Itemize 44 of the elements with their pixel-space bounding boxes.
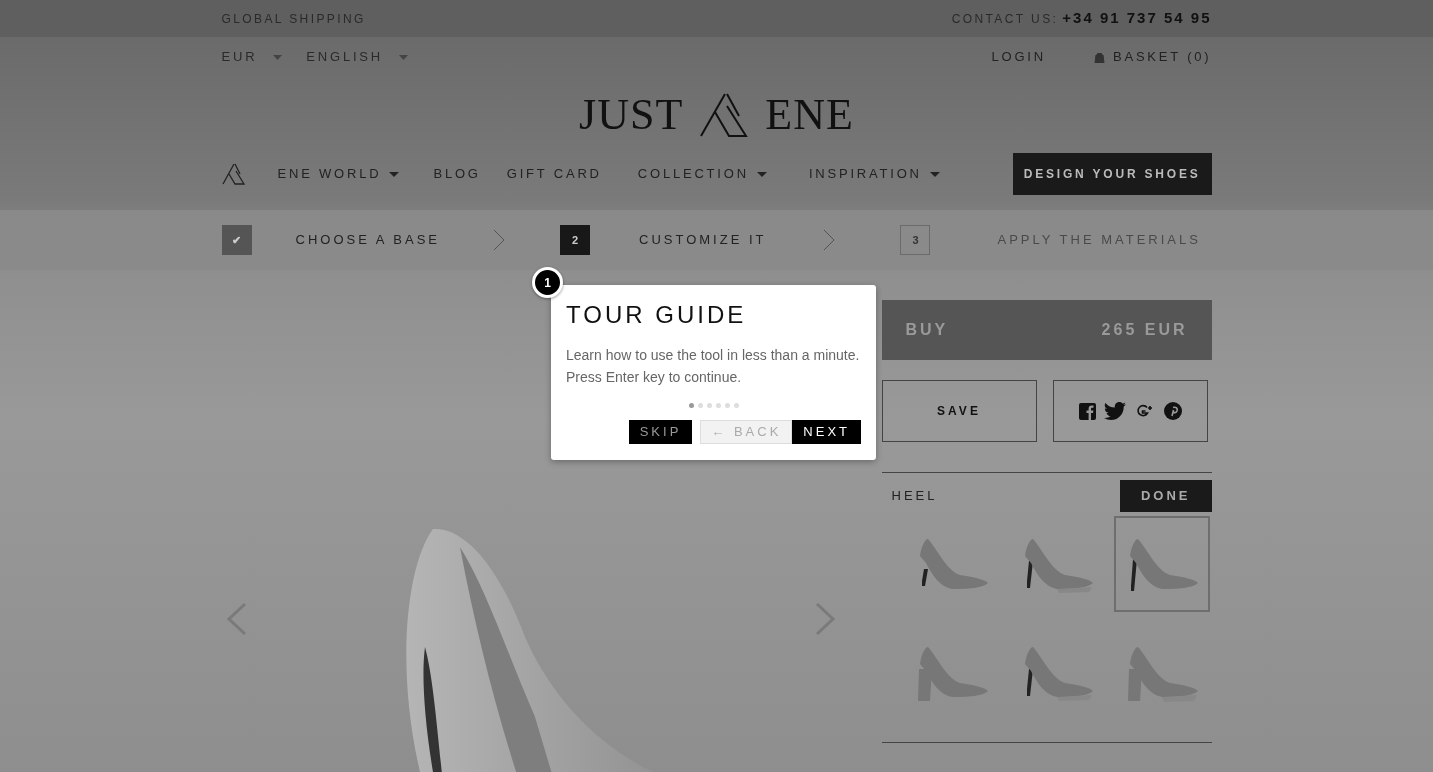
step-marker: ✔	[221, 225, 252, 255]
logo-text: ENE	[765, 93, 854, 137]
chevron-icon	[493, 229, 505, 251]
login-link[interactable]: LOGIN	[991, 47, 1046, 67]
nav-link[interactable]: COLLECTION	[637, 164, 767, 184]
shoe-thumbnail[interactable]	[1113, 515, 1210, 612]
basket-link[interactable]: BASKET (0)	[1093, 47, 1212, 67]
popup-title: TOUR GUIDE	[566, 301, 748, 330]
caret-icon	[399, 54, 409, 60]
nav-link[interactable]: ENE WORLD	[277, 164, 400, 184]
step-marker: 2	[560, 225, 590, 255]
skip-button[interactable]: SKIP	[628, 419, 693, 444]
twitter-icon[interactable]	[1103, 402, 1126, 420]
step-marker: 3	[900, 225, 931, 255]
nav-link[interactable]: GIFT CARD	[506, 164, 602, 184]
step-label: APPLY THE MATERIALS	[997, 231, 1201, 250]
popup-text: Press Enter key to continue.	[566, 367, 743, 387]
buy-label: BUY	[905, 320, 949, 340]
pinterest-icon[interactable]	[1163, 402, 1182, 420]
chevron-right-icon	[813, 602, 838, 636]
section-title: HEEL	[891, 487, 938, 505]
step-label: CUSTOMIZE IT	[639, 231, 767, 250]
dropdown-selector[interactable]: EUR	[221, 47, 283, 67]
caret-icon	[273, 54, 283, 60]
next-arrow[interactable]	[813, 602, 838, 636]
dropdown-selector[interactable]: ENGLISH	[306, 47, 409, 67]
price-text: 265 EUR	[1101, 320, 1188, 340]
design-button[interactable]: DESIGN YOUR SHOES	[1012, 153, 1212, 195]
step-label: CHOOSE A BASE	[295, 231, 440, 250]
next-button[interactable]: NEXT	[792, 419, 861, 444]
bag-icon	[1093, 51, 1105, 63]
phone-number: +34 91 737 54 95	[1062, 8, 1212, 29]
chevron-icon	[823, 229, 836, 251]
logo-mark-icon[interactable]	[221, 163, 246, 185]
nav-link[interactable]: BLOG	[433, 164, 481, 184]
nav-link[interactable]: INSPIRATION	[808, 164, 940, 184]
facebook-icon[interactable]	[1078, 402, 1096, 420]
done-button[interactable]: DONE	[1119, 480, 1212, 512]
logo-text: JUST	[579, 93, 684, 137]
back-button[interactable]: ← BACK	[700, 419, 793, 444]
popup-text: Learn how to use the tool in less than a minute.	[566, 345, 861, 365]
save-button[interactable]: SAVE	[881, 380, 1037, 442]
buy-button[interactable]: BUY 265 EUR	[881, 300, 1212, 360]
logo-mark-icon	[699, 92, 750, 138]
